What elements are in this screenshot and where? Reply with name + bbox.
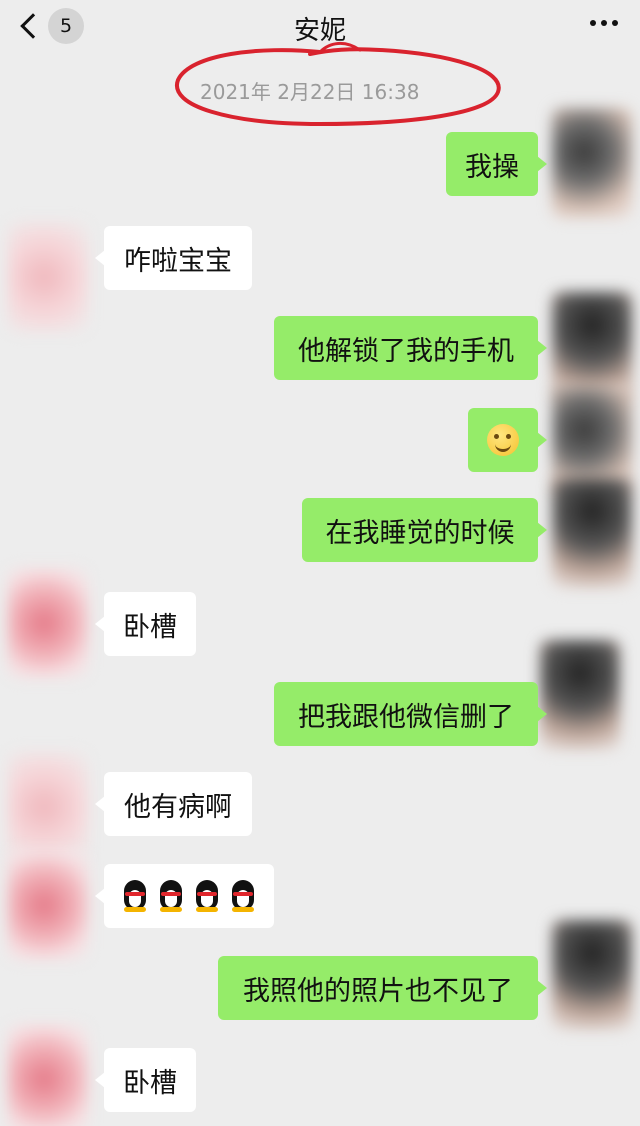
more-options-button[interactable] bbox=[590, 20, 618, 26]
message-bubble-sent[interactable]: 我照他的照片也不见了 bbox=[218, 956, 547, 1020]
more-dot bbox=[601, 20, 607, 26]
message-bubble-received[interactable]: 卧槽 bbox=[95, 592, 196, 656]
message-bubble-received[interactable]: 他有病啊 bbox=[95, 772, 252, 836]
contact-avatar[interactable] bbox=[8, 1024, 88, 1126]
message-bubble-sent[interactable]: 在我睡觉的时候 bbox=[302, 498, 547, 562]
contact-avatar[interactable] bbox=[8, 222, 88, 332]
qq-penguin-emoji-icon bbox=[228, 880, 258, 912]
qq-penguin-emoji-icon bbox=[156, 880, 186, 912]
message-bubble-sent[interactable]: 我操 bbox=[446, 132, 547, 196]
my-avatar[interactable] bbox=[552, 108, 632, 218]
message-bubble-received[interactable]: 卧槽 bbox=[95, 1048, 196, 1112]
more-dot bbox=[612, 20, 618, 26]
more-dots-icon bbox=[590, 20, 596, 26]
message-bubble-sent[interactable]: 把我跟他微信删了 bbox=[274, 682, 547, 746]
timestamp-annotation: 2021年 2月22日 16:38 bbox=[170, 36, 510, 132]
smiling-face-emoji-icon bbox=[487, 424, 519, 456]
qq-penguin-emoji-icon bbox=[120, 880, 150, 912]
message-bubble-received[interactable]: 咋啦宝宝 bbox=[95, 226, 252, 290]
contact-avatar[interactable] bbox=[8, 568, 88, 678]
contact-avatar[interactable] bbox=[8, 752, 88, 862]
message-bubble-sent-emoji[interactable] bbox=[468, 408, 547, 472]
message-bubble-sent[interactable]: 他解锁了我的手机 bbox=[274, 316, 547, 380]
message-timestamp: 2021年 2月22日 16:38 bbox=[200, 80, 420, 104]
my-avatar[interactable] bbox=[552, 478, 632, 588]
qq-penguin-emoji-icon bbox=[192, 880, 222, 912]
message-bubble-received-emoji[interactable] bbox=[95, 864, 274, 928]
my-avatar[interactable] bbox=[540, 640, 620, 750]
my-avatar[interactable] bbox=[552, 920, 632, 1030]
contact-avatar[interactable] bbox=[8, 850, 88, 960]
